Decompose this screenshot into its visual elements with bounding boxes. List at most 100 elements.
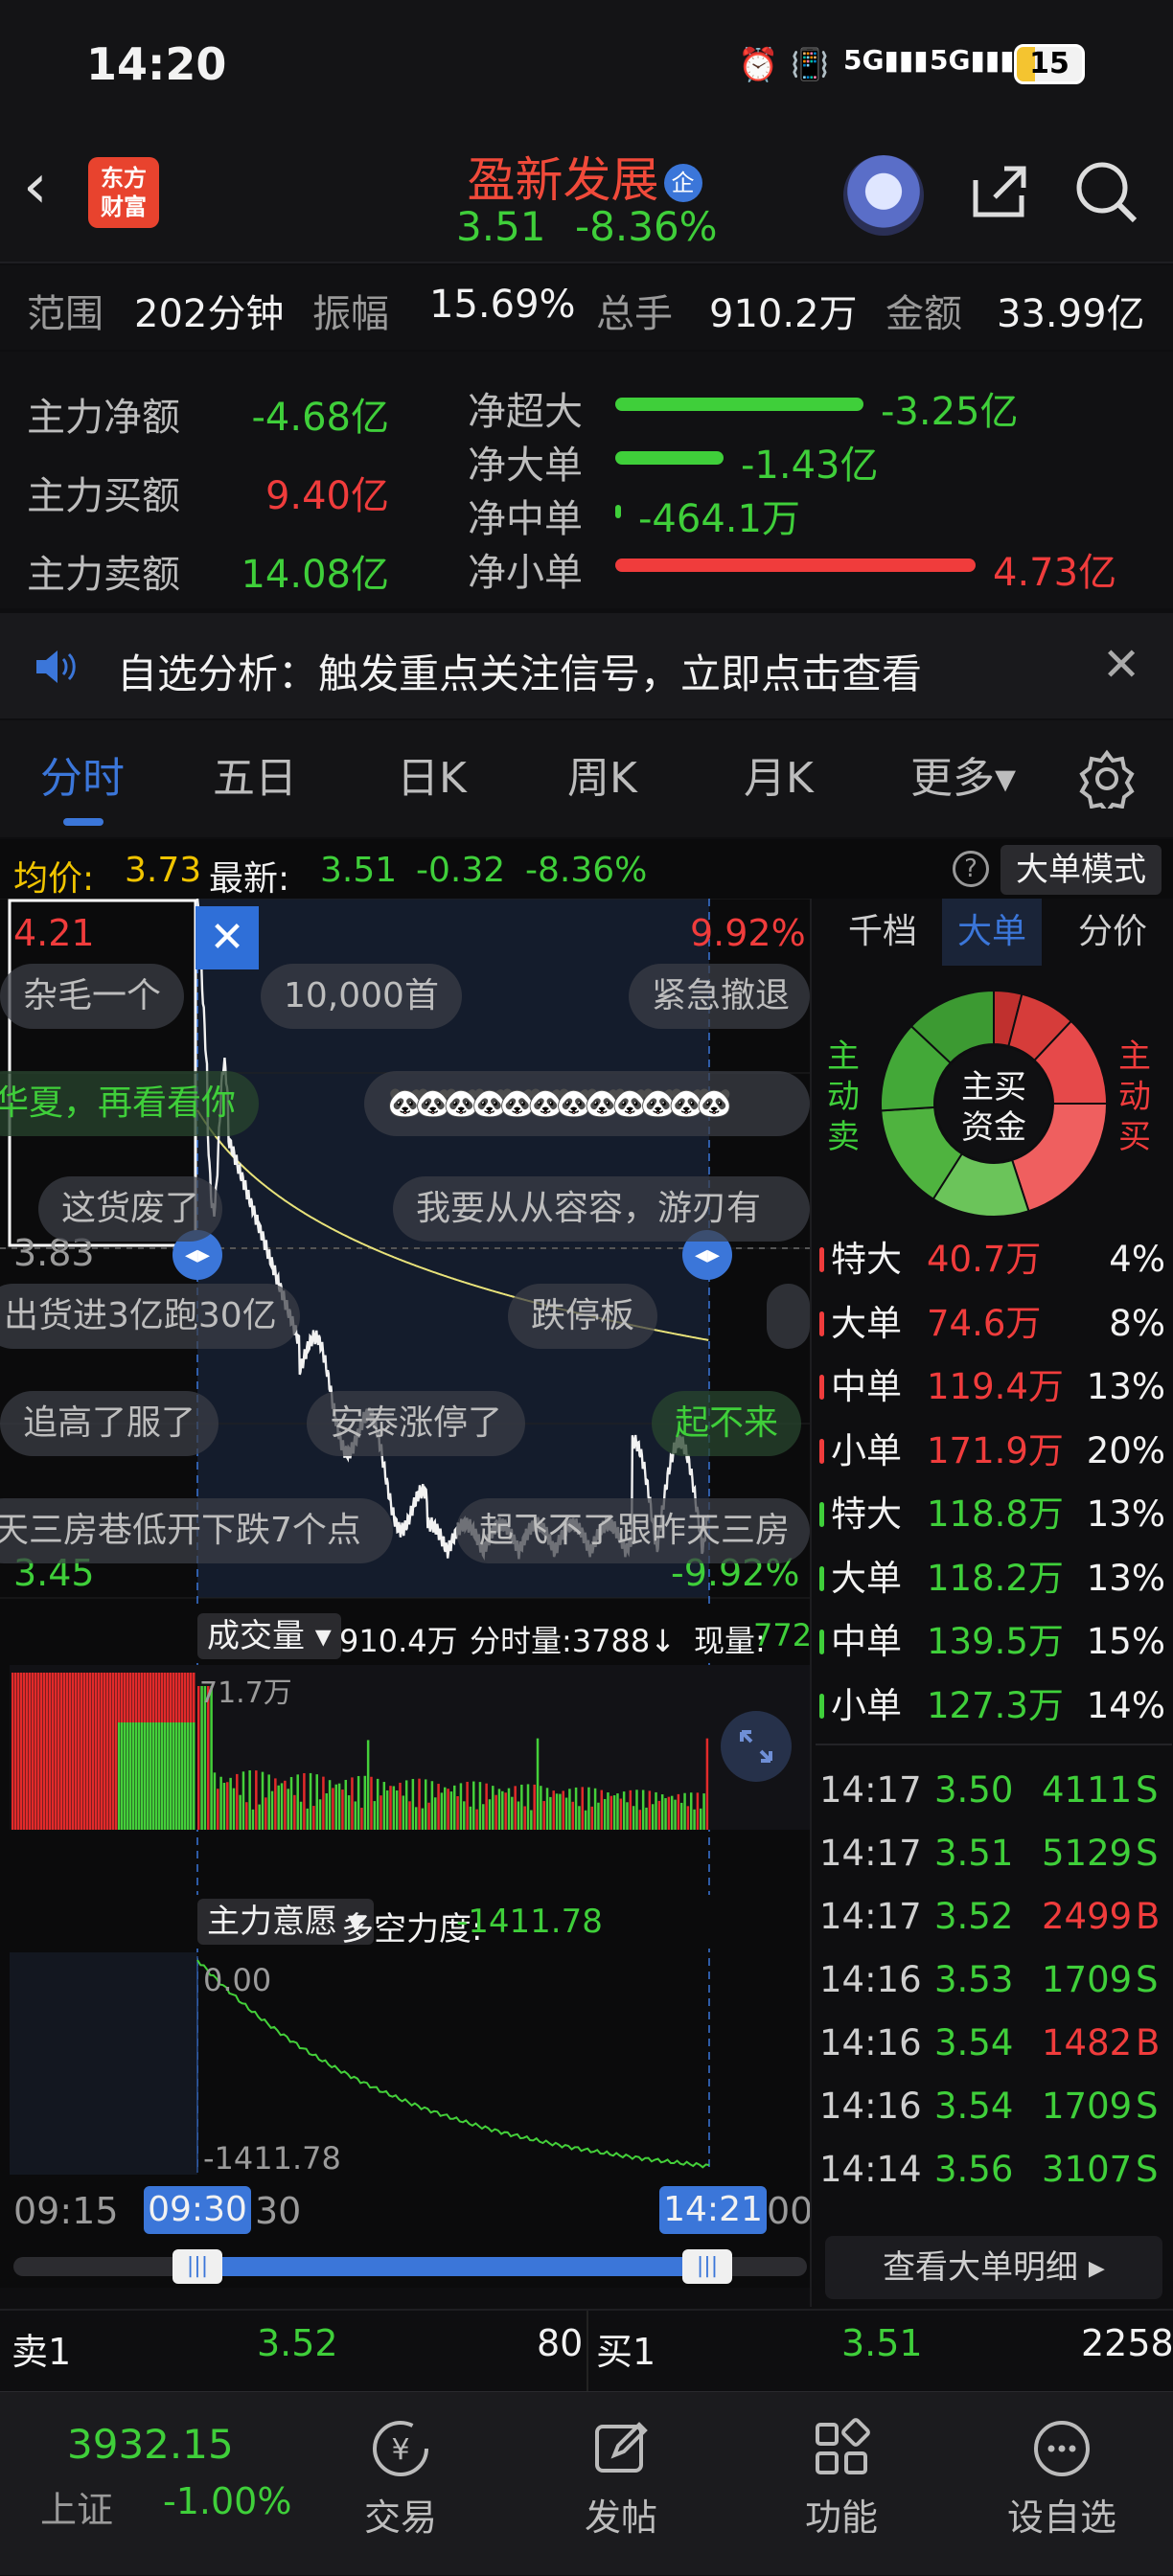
tab-1[interactable]: 五日 [213, 720, 297, 837]
volume-bar [488, 1799, 492, 1830]
robot-assistant-icon[interactable] [843, 155, 924, 236]
expand-icon[interactable] [721, 1711, 792, 1782]
search-icon[interactable] [1073, 159, 1140, 226]
auction-volume-bar [26, 1673, 29, 1761]
big-order-tick[interactable]: 14:17 3.52 2499 B [812, 1885, 1173, 1949]
net-flow-bar [615, 451, 724, 465]
auction-volume-bar [190, 1673, 193, 1722]
auction-volume-bar [12, 1673, 14, 1761]
intraday-chart-area[interactable]: 4.21 9.92% 3.83 3.45 -9.92% ✕ ◂▸ ◂▸ 杂毛一个… [0, 899, 812, 2288]
volume-bar [380, 1795, 382, 1830]
share-icon[interactable] [968, 161, 1029, 222]
index-name: 上证 [40, 2489, 114, 2531]
volume-bar [312, 1806, 315, 1830]
auction-volume-bar [37, 1761, 40, 1830]
auction-volume-bar [190, 1722, 193, 1830]
volume-bar [267, 1774, 270, 1830]
settings-gear-icon[interactable] [1077, 749, 1137, 816]
danmu-comment: 华夏，再看看你 [0, 1071, 260, 1136]
volume-bar [603, 1798, 607, 1830]
fundflow-label: 主力卖额 [27, 553, 180, 597]
big-order-tick[interactable]: 14:17 3.50 4111 S [812, 1759, 1173, 1822]
auction-volume-bar [112, 1761, 115, 1830]
auction-volume-bar [138, 1673, 141, 1722]
big-order-tick[interactable]: 14:16 3.54 1482 B [812, 2012, 1173, 2075]
auction-volume-bar [40, 1673, 43, 1761]
app-logo[interactable]: 东方 财富 [88, 157, 159, 228]
tab-2[interactable]: 日K [397, 720, 467, 837]
volume-bar [705, 1738, 709, 1830]
order-size-value: 74.6万 [927, 1302, 1042, 1344]
end-time-marker[interactable]: 14:21 [659, 2186, 767, 2234]
volume-bar [689, 1792, 693, 1830]
auction-volume-bar [158, 1673, 161, 1722]
order-book[interactable]: 卖1 3.52 80 买1 3.51 2258 [0, 2309, 1173, 2393]
close-icon[interactable]: ✕ [1102, 638, 1140, 692]
slider-left-handle[interactable]: ||| [172, 2249, 222, 2284]
tick-time: 14:16 [819, 2086, 922, 2127]
big-order-tick[interactable]: 14:16 3.54 1709 S [812, 2075, 1173, 2138]
big-order-tick[interactable]: 14:16 3.53 1709 S [812, 1949, 1173, 2012]
volume-bar [236, 1773, 239, 1830]
header-price: 3.51 [456, 203, 546, 250]
tab-3[interactable]: 周K [567, 720, 637, 837]
volume-bar [664, 1798, 667, 1830]
auction-volume-bar [58, 1761, 60, 1830]
volume-bar [373, 1801, 377, 1830]
big-order-tick[interactable]: 14:14 3.56 3107 S [812, 2138, 1173, 2201]
nav-add-watchlist[interactable]: 设自选 [966, 2392, 1158, 2576]
volume-bar [514, 1786, 517, 1830]
volume-bar [699, 1808, 702, 1830]
watchlist-notice[interactable]: 自选分析：触发重点关注信号，立即点击查看 ✕ [0, 613, 1173, 718]
nav-trade[interactable]: ¥ 交易 [305, 2392, 496, 2576]
notice-text[interactable]: 自选分析：触发重点关注信号，立即点击查看 [117, 642, 922, 700]
volume-bar [679, 1802, 683, 1830]
tick-price: 3.52 [934, 1896, 1014, 1937]
volume-bar [306, 1808, 309, 1830]
help-icon[interactable]: ? [953, 851, 989, 887]
panel-tab-2[interactable]: 分价 [1063, 899, 1162, 966]
big-order-detail-button[interactable]: 查看大单明细 ▸ [825, 2236, 1162, 2299]
auction-volume-bar [109, 1673, 112, 1761]
volume-bar [485, 1783, 488, 1830]
back-icon[interactable]: ‹ [23, 153, 80, 230]
auction-volume-bar [101, 1761, 104, 1830]
index-ticker[interactable]: 3932.15 上证 -1.00% [0, 2392, 316, 2576]
auction-volume-bar [12, 1761, 14, 1830]
nav-functions[interactable]: 功能 [746, 2392, 937, 2576]
panel-tab-1[interactable]: 大单 [942, 899, 1042, 966]
tab-4[interactable]: 月K [744, 720, 814, 837]
trade-icon: ¥ [367, 2415, 434, 2482]
main-fund-flow[interactable]: 主力净额 -4.68亿 主力买额 9.40亿 主力卖额 14.08亿 净超大 -3.25亿净… [0, 352, 1173, 608]
danmu-comment: 出货进3亿跑30亿 [0, 1284, 300, 1349]
volume-bar [440, 1792, 444, 1830]
auction-volume-bar [72, 1673, 75, 1761]
slider-right-handle[interactable]: ||| [682, 2249, 732, 2284]
big-order-tick[interactable]: 14:17 3.51 5129 S [812, 1822, 1173, 1885]
big-order-mode-button[interactable]: 大单模式 [1000, 845, 1162, 895]
tab-5[interactable]: 更多▾ [910, 720, 1016, 837]
active-sell-label: 主 动 卖 [827, 1037, 860, 1156]
amplitude-label: 振幅 [312, 292, 389, 336]
stock-name[interactable]: 盈新发展 [467, 152, 658, 208]
volume-bar [322, 1776, 325, 1830]
change-pct: -8.36% [525, 851, 648, 890]
auction-volume-bar [129, 1673, 132, 1722]
auction-volume-bar [92, 1673, 95, 1761]
auction-volume-bar [60, 1761, 63, 1830]
volume-bar [399, 1782, 402, 1830]
auction-volume-bar [167, 1722, 170, 1830]
volume-dropdown[interactable]: 成交量 ▾ [197, 1613, 341, 1659]
auction-volume-bar [104, 1761, 106, 1830]
tab-0[interactable]: 分时 [40, 720, 125, 837]
auction-volume-bar [55, 1673, 58, 1761]
panel-tab-0[interactable]: 千档 [833, 899, 932, 966]
open-time-marker[interactable]: 09:30 [144, 2186, 251, 2234]
danmu-comment: 跌停板 [508, 1284, 658, 1349]
sell1-price: 3.52 [257, 2322, 338, 2364]
selection-close-icon[interactable]: ✕ [196, 906, 259, 969]
buy1-label: 买1 [596, 2331, 656, 2373]
auction-volume-bar [132, 1673, 135, 1722]
status-bar: 14:20 ⏰ 📳 5G▮▮▮ 5G▮▮▮▮ 15 [0, 0, 1173, 134]
nav-post[interactable]: 发帖 [525, 2392, 717, 2576]
